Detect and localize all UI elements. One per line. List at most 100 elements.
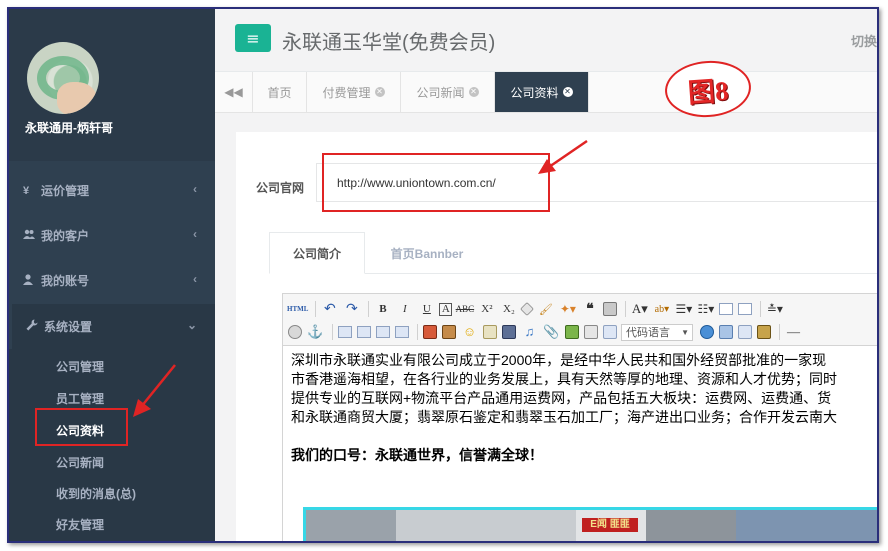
customstyle-icon[interactable] (288, 325, 302, 339)
profile-area: 永联通用-炳轩哥 (9, 9, 215, 161)
autotype-icon[interactable]: ✦▾ (558, 300, 577, 319)
toolbar-row-2: ⚓ ☺ ♫ 📎 代码语言 ▼ — (287, 321, 806, 343)
music-icon[interactable]: ♫ (520, 323, 539, 342)
multi-image-icon[interactable] (442, 325, 456, 339)
scrawl-icon[interactable] (483, 325, 497, 339)
italic-icon[interactable]: I (395, 300, 414, 319)
avatar[interactable] (27, 42, 99, 114)
sidebar-item-my-account[interactable]: 我的账号 ‹ (9, 258, 215, 303)
sidebar: 永联通用-炳轩哥 ¥ 运价管理 ‹ 我的客户 ‹ 我的账号 ‹ 系统设置 ⌄ 公… (9, 9, 215, 541)
paste-plain-icon[interactable] (603, 302, 618, 316)
font-color-icon[interactable]: A▾ (630, 300, 649, 319)
horizontal-rule-icon[interactable]: — (784, 323, 803, 342)
chevron-left-icon: ‹ (193, 272, 197, 286)
align-justify-icon[interactable] (395, 326, 409, 338)
top-header: ≡ 永联通玉华堂(免费会员) 切换 (215, 9, 877, 72)
hamburger-icon: ≡ (246, 28, 260, 48)
superscript-icon[interactable]: X² (477, 300, 496, 319)
tab-home-banner[interactable]: 首页Bannber (365, 232, 489, 274)
unordered-list-icon[interactable]: ☷▾ (696, 300, 715, 319)
page-title: 永联通玉华堂(免费会员) (282, 32, 496, 54)
building-sign: E闻 匪匪 (582, 518, 638, 532)
editor-paragraph-line: 市香港遥海相望，在各行业的业务发展上，具有天然等厚的地理、资源和人才优势；同时 (291, 371, 837, 387)
bold-icon[interactable]: B (373, 300, 392, 319)
sidebar-item-system-settings[interactable]: 系统设置 ⌄ (9, 304, 215, 349)
page-break-icon[interactable] (719, 325, 733, 339)
align-left-icon[interactable] (338, 326, 352, 338)
close-icon[interactable]: ✕ (562, 87, 573, 97)
editor-content[interactable]: 深圳市永联通实业有限公司成立于2000年，是经中华人民共和国外经贸部批准的一家现… (291, 351, 877, 541)
close-icon[interactable]: ✕ (374, 87, 385, 97)
code-language-label: 代码语言 (626, 327, 670, 339)
website-highlight-box (322, 153, 550, 212)
subscript-icon[interactable]: X₂ (499, 300, 518, 319)
emotion-icon[interactable]: ☺ (460, 323, 479, 342)
select-all-icon[interactable] (719, 303, 734, 315)
redo-icon[interactable]: ↷ (342, 300, 361, 319)
sidebar-sub-company-management[interactable]: 公司管理 (56, 358, 104, 375)
chevron-down-icon: ▼ (681, 327, 689, 337)
editor-paragraph-line: 深圳市永联通实业有限公司成立于2000年，是经中华人民共和国外经贸部批准的一家现 (291, 352, 827, 368)
image-icon[interactable] (423, 325, 437, 339)
gmap-icon[interactable] (584, 325, 598, 339)
profile-name[interactable]: 永联通用-炳轩哥 (25, 119, 113, 136)
chevron-left-icon: ‹ (193, 227, 197, 241)
ordered-list-icon[interactable]: ☰▾ (674, 300, 693, 319)
background-color-icon[interactable]: ab▾ (652, 300, 671, 319)
clear-doc-icon[interactable] (738, 303, 753, 315)
map-icon[interactable] (565, 325, 579, 339)
user-icon (23, 273, 41, 288)
company-building-photo: E闻 匪匪 (303, 507, 877, 541)
wrench-icon (26, 319, 44, 334)
code-language-select[interactable]: 代码语言 ▼ (621, 323, 693, 341)
eraser-icon[interactable] (520, 301, 535, 317)
editor-toolbar: HTML ↶ ↷ B I U A ABC X² X₂ 🖌 ✦▾ ❝ A▾ ab▾… (283, 294, 877, 346)
sidebar-item-label: 我的账号 (41, 274, 90, 288)
font-border-icon[interactable]: A (439, 302, 453, 316)
editor-paragraph-line: 提供专业的互联网+物流平台产品通用运费网，产品包括五大板块：运费网、运费通、货 (291, 390, 832, 406)
background-icon[interactable] (757, 325, 771, 339)
chevron-down-icon: ⌄ (186, 318, 197, 332)
close-icon[interactable]: ✕ (468, 87, 479, 97)
align-right-icon[interactable] (376, 326, 390, 338)
double-chevron-left-icon: ◀◀ (224, 85, 243, 99)
attachment-icon[interactable]: 📎 (542, 323, 561, 342)
tab-home[interactable]: 首页 (253, 72, 307, 112)
sidebar-item-freight-price[interactable]: ¥ 运价管理 ‹ (9, 168, 215, 213)
website-label: 公司官网 (256, 181, 305, 195)
toolbar-row-1: HTML ↶ ↷ B I U A ABC X² X₂ 🖌 ✦▾ ❝ A▾ ab▾… (287, 298, 787, 320)
format-brush-icon[interactable]: 🖌 (536, 300, 555, 319)
sidebar-sub-received-messages[interactable]: 收到的消息(总) (56, 485, 136, 502)
tab-company-news[interactable]: 公司新闻 ✕ (401, 72, 495, 112)
editor-paragraph-line: 和永联通商贸大厦；翡翠原石鉴定和翡翠玉石加工厂；海产进出口业务；合作开发云南大 (291, 409, 837, 425)
blockquote-icon[interactable]: ❝ (580, 300, 599, 319)
undo-icon[interactable]: ↶ (320, 300, 339, 319)
chevron-left-icon: ‹ (193, 182, 197, 196)
web-app-icon[interactable] (700, 325, 714, 339)
sidebar-sub-company-news[interactable]: 公司新闻 (56, 454, 104, 471)
anchor-icon[interactable]: ⚓ (306, 323, 325, 342)
switch-link[interactable]: 切换 (851, 31, 877, 50)
underline-icon[interactable]: U (417, 300, 436, 319)
tab-label: 首页 (267, 85, 292, 100)
row-spacing-icon[interactable]: ≛▾ (765, 300, 784, 319)
sidebar-sub-staff-management[interactable]: 员工管理 (56, 390, 104, 407)
tab-company-intro[interactable]: 公司简介 (269, 232, 365, 274)
rich-text-editor[interactable]: HTML ↶ ↷ B I U A ABC X² X₂ 🖌 ✦▾ ❝ A▾ ab▾… (282, 293, 877, 541)
hamburger-menu-button[interactable]: ≡ (235, 24, 271, 52)
sidebar-sub-friends-management[interactable]: 好友管理 (56, 516, 104, 533)
tab-label: 公司新闻 (416, 85, 465, 100)
tab-payment-management[interactable]: 付费管理 ✕ (307, 72, 401, 112)
insert-frame-icon[interactable] (603, 325, 617, 339)
strikethrough-icon[interactable]: ABC (455, 300, 475, 319)
tab-strip: ◀◀ 首页 付费管理 ✕ 公司新闻 ✕ 公司资料 ✕ (215, 72, 877, 113)
video-icon[interactable] (502, 325, 516, 339)
tab-scroll-left-button[interactable]: ◀◀ (215, 72, 253, 112)
content-tabs: 公司简介 首页Bannber (269, 232, 877, 274)
template-icon[interactable] (738, 325, 752, 339)
sidebar-item-label: 运价管理 (41, 184, 90, 198)
align-center-icon[interactable] (357, 326, 371, 338)
sidebar-item-my-customers[interactable]: 我的客户 ‹ (9, 213, 215, 258)
tab-company-profile[interactable]: 公司资料 ✕ (495, 72, 589, 112)
html-source-icon[interactable]: HTML (287, 300, 308, 319)
